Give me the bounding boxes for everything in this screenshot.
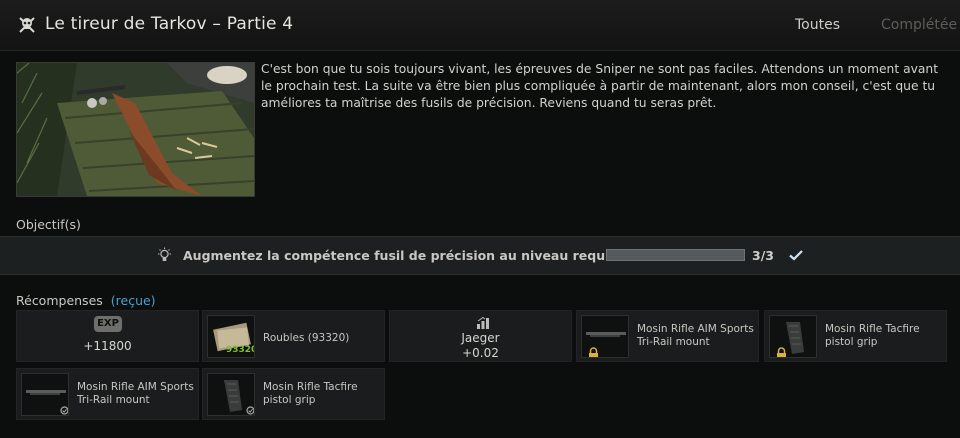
- objective-progress-fill: [607, 250, 744, 260]
- lightbulb-icon: [158, 247, 171, 261]
- lock-icon: [777, 347, 786, 357]
- objective-text: Augmentez la compétence fusil de précisi…: [183, 248, 617, 263]
- objective-progress-count: 3/3: [752, 248, 774, 263]
- skull-crossbones-icon: [19, 17, 35, 33]
- quest-image: [16, 62, 255, 197]
- money-amount: 93320: [226, 345, 255, 355]
- exp-badge: EXP: [94, 316, 122, 332]
- objective-progress-bar: [606, 249, 745, 261]
- pistol-grip-icon: [207, 373, 255, 416]
- exp-value: +11800: [83, 339, 132, 353]
- rail-mount-icon: [581, 315, 629, 358]
- reward-trader-tile[interactable]: Jaeger +0.02: [389, 310, 572, 362]
- reputation-icon: [477, 316, 489, 329]
- objectives-label: Objectif(s): [16, 217, 81, 232]
- rewards-received-status: (reçue): [110, 293, 156, 308]
- reward-money-tile[interactable]: 93320 Roubles (93320): [202, 310, 385, 362]
- tab-completed[interactable]: Complétée: [881, 17, 957, 33]
- rifle-on-crate-illustration: [17, 63, 254, 196]
- rewards-label: Récompenses (reçue): [16, 293, 156, 308]
- item-label: Mosin Rifle AIM Sports Tri-Rail mount: [637, 323, 754, 348]
- roubles-icon: 93320: [207, 315, 255, 358]
- objective-row: Augmentez la compétence fusil de précisi…: [0, 236, 960, 275]
- quest-description: C'est bon que tu sois toujours vivant, l…: [261, 62, 939, 110]
- tab-all[interactable]: Toutes: [795, 17, 840, 33]
- found-in-raid-icon: [246, 406, 254, 415]
- item-label: Mosin Rifle Tacfire pistol grip: [825, 323, 920, 348]
- reward-item-tile[interactable]: Mosin Rifle AIM Sports Tri-Rail mount: [576, 310, 759, 362]
- reward-exp-tile[interactable]: EXP +11800: [16, 310, 199, 362]
- trader-standing-value: +0.02: [462, 346, 499, 360]
- reward-item-tile[interactable]: Mosin Rifle Tacfire pistol grip: [202, 368, 385, 420]
- money-label: Roubles (93320): [263, 332, 350, 344]
- checkmark-icon: [789, 250, 803, 261]
- item-label: Mosin Rifle AIM Sports Tri-Rail mount: [77, 381, 194, 406]
- quest-title: Le tireur de Tarkov – Partie 4: [45, 14, 294, 34]
- quest-header: Le tireur de Tarkov – Partie 4 Toutes Co…: [0, 0, 960, 51]
- reward-item-tile[interactable]: Mosin Rifle AIM Sports Tri-Rail mount: [16, 368, 199, 420]
- item-label: Mosin Rifle Tacfire pistol grip: [263, 381, 358, 406]
- lock-icon: [589, 347, 598, 357]
- pistol-grip-icon: [769, 315, 817, 358]
- reward-item-tile[interactable]: Mosin Rifle Tacfire pistol grip: [764, 310, 947, 362]
- found-in-raid-icon: [60, 406, 68, 415]
- rail-mount-icon: [21, 373, 69, 416]
- rewards-label-text: Récompenses: [16, 293, 103, 308]
- trader-name: Jaeger: [461, 331, 500, 345]
